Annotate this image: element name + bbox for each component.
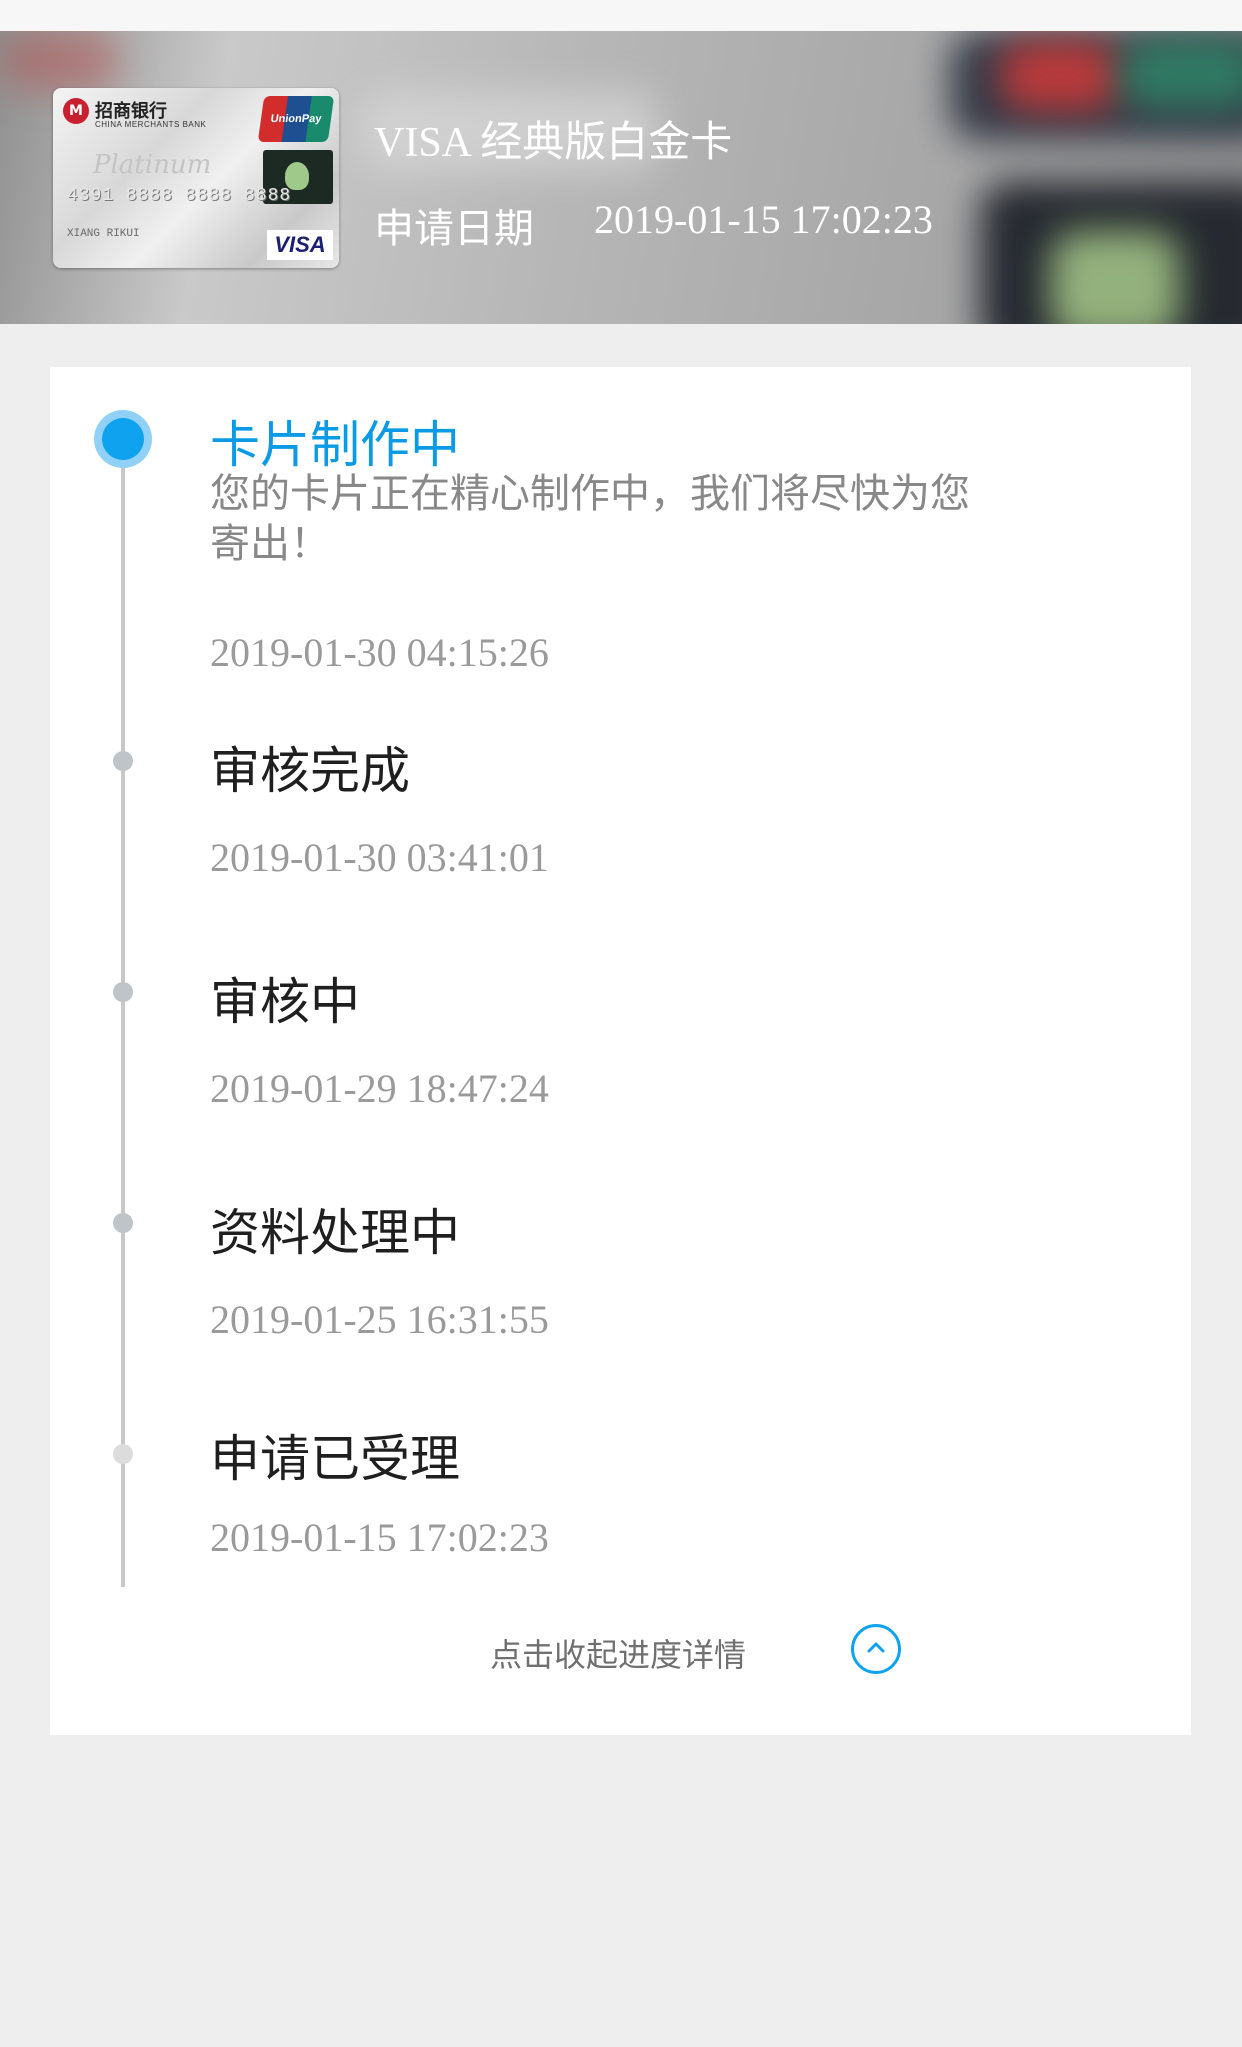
step-time: 2019-01-30 04:15:26 bbox=[210, 630, 549, 675]
timeline-dot bbox=[113, 751, 133, 771]
timeline-dot bbox=[113, 1213, 133, 1233]
timeline-dot bbox=[113, 1444, 133, 1464]
card-number: 4391 8888 8888 8888 bbox=[67, 186, 292, 206]
timeline-line bbox=[121, 437, 125, 1587]
step-title: 申请已受理 bbox=[210, 1430, 460, 1488]
step-time: 2019-01-29 18:47:24 bbox=[210, 1066, 549, 1111]
step-title: 审核完成 bbox=[210, 742, 410, 800]
card-holder: XIANG RIKUI bbox=[67, 228, 140, 240]
bank-logo-icon: M bbox=[63, 98, 89, 124]
step-title: 资料处理中 bbox=[210, 1204, 460, 1262]
step-time: 2019-01-25 16:31:55 bbox=[210, 1297, 549, 1342]
step-title: 卡片制作中 bbox=[210, 416, 460, 474]
timeline-dot bbox=[113, 982, 133, 1002]
step-description: 您的卡片正在精心制作中，我们将尽快为您寄出！ bbox=[210, 471, 970, 567]
card-bank-name-en: CHINA MERCHANTS BANK bbox=[95, 120, 207, 129]
status-strip bbox=[0, 0, 1242, 32]
step-title: 审核中 bbox=[210, 973, 360, 1031]
card-image: M 招商银行 CHINA MERCHANTS BANK Platinum Uni… bbox=[53, 88, 339, 268]
apply-date-label: 申请日期 bbox=[374, 206, 534, 252]
step-time: 2019-01-15 17:02:23 bbox=[210, 1515, 549, 1560]
card-title: VISA 经典版白金卡 bbox=[374, 120, 733, 166]
timeline-dot-active bbox=[94, 410, 152, 468]
step-time: 2019-01-30 03:41:01 bbox=[210, 835, 549, 880]
collapse-details-link[interactable]: 点击收起进度详情 bbox=[490, 1630, 746, 1676]
visa-logo-icon: VISA bbox=[267, 230, 333, 260]
chevron-up-circle-icon[interactable] bbox=[851, 1624, 901, 1674]
progress-panel: 卡片制作中 您的卡片正在精心制作中，我们将尽快为您寄出！ 2019-01-30 … bbox=[50, 367, 1191, 1735]
card-tier: Platinum bbox=[93, 150, 212, 180]
apply-date-value: 2019-01-15 17:02:23 bbox=[594, 197, 933, 242]
unionpay-logo-icon: UnionPay bbox=[257, 96, 335, 142]
